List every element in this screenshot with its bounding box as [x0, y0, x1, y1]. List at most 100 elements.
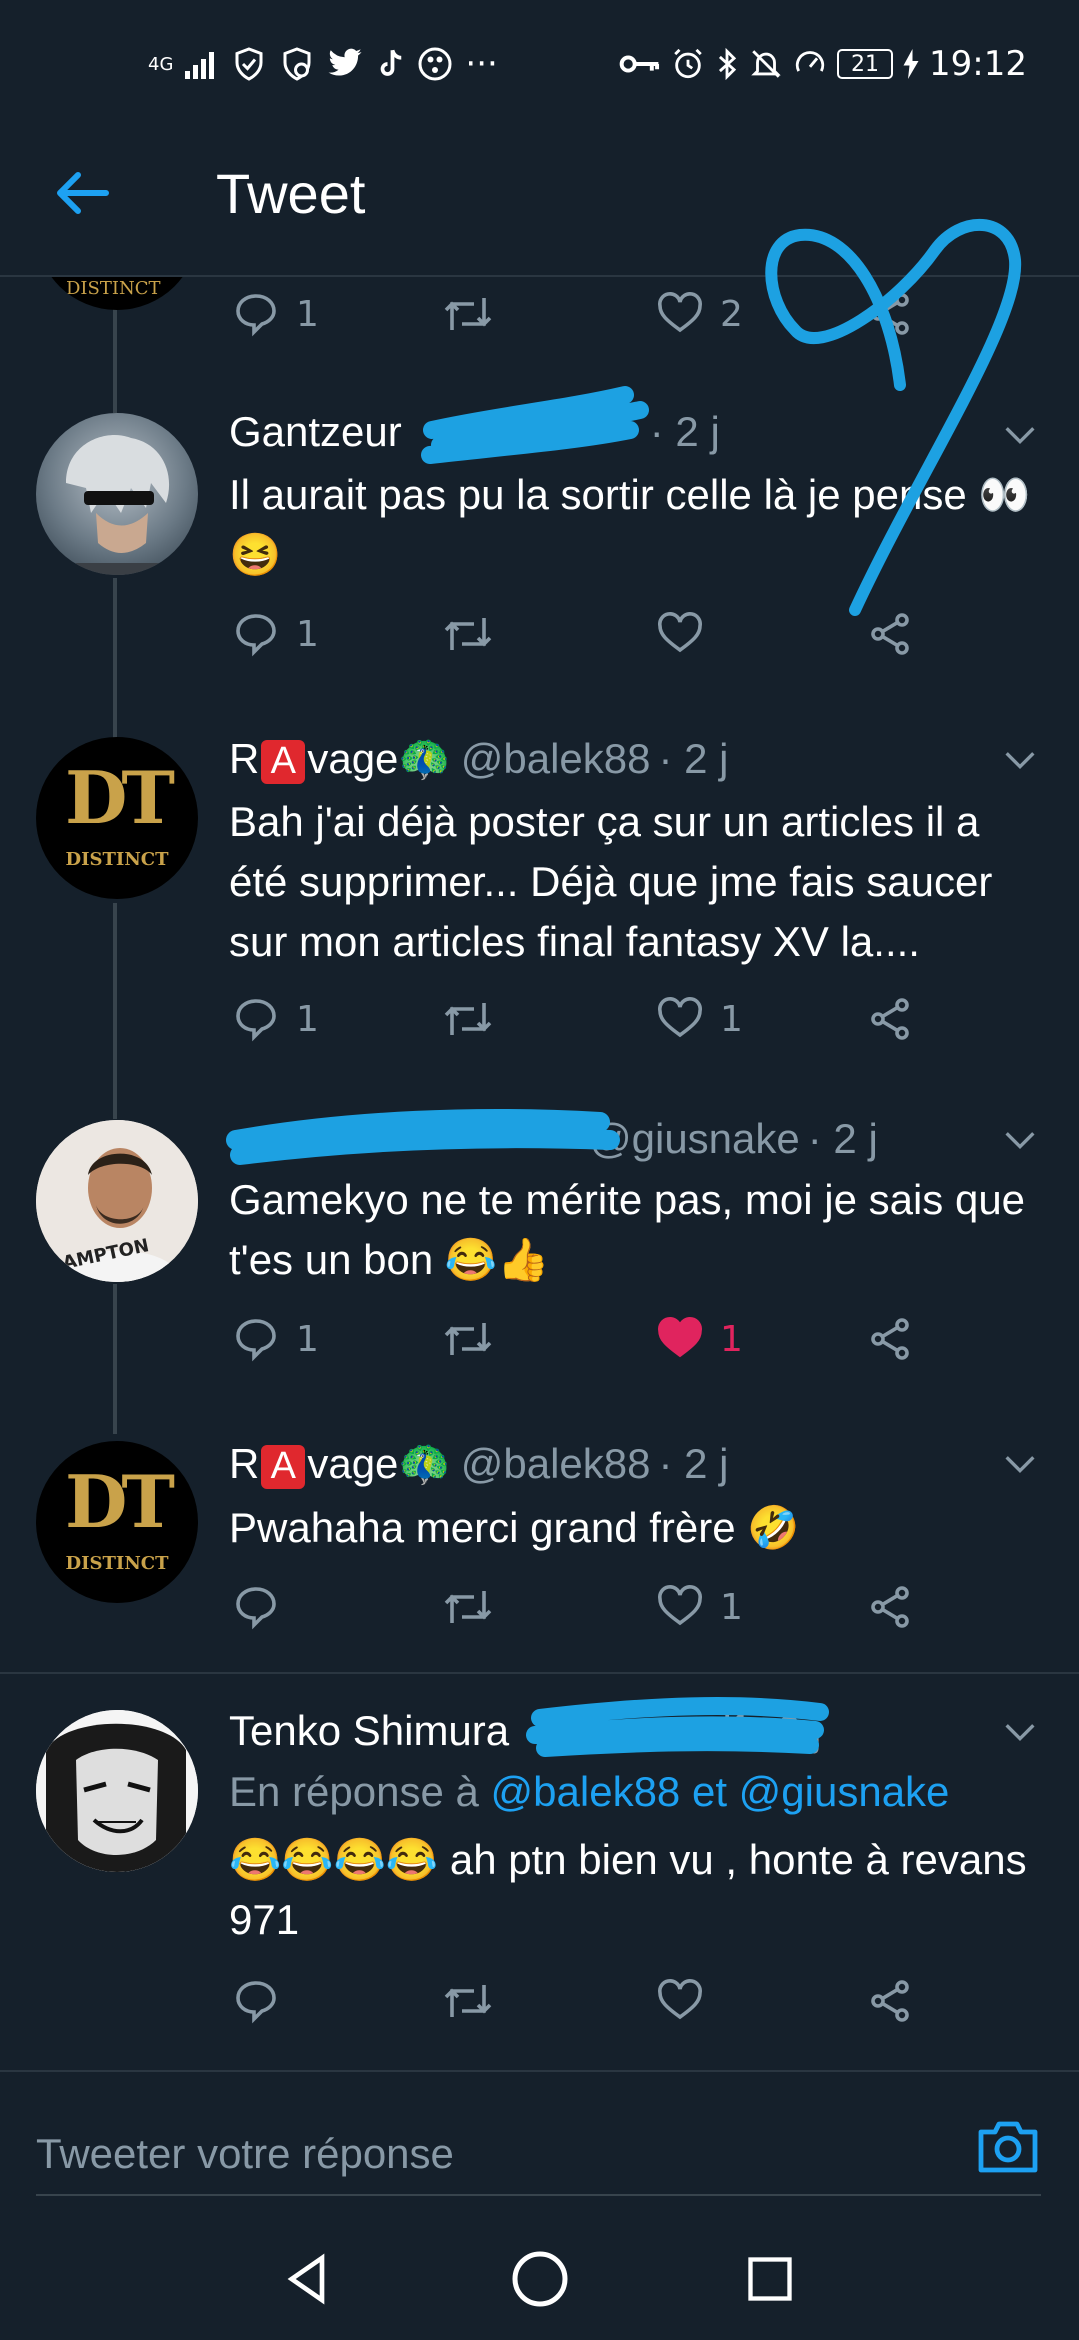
reply-action[interactable]: 1	[232, 290, 319, 338]
like-action[interactable]: 1	[656, 1315, 743, 1363]
shield-settings-icon	[283, 47, 311, 81]
comment-icon	[236, 1981, 276, 2024]
retweet-action[interactable]	[442, 610, 494, 658]
heart-filled-icon	[658, 1317, 702, 1358]
network-label: 4G	[148, 53, 174, 75]
chevron-down-icon[interactable]	[1000, 1444, 1040, 1484]
back-button[interactable]	[46, 157, 118, 229]
thread-connector	[113, 903, 117, 1119]
status-icons-left: 4G ···	[148, 44, 498, 84]
tweet-actions	[232, 1977, 932, 2037]
tweet-header: @giusnake · 2 j	[229, 1115, 878, 1163]
share-action[interactable]	[866, 1583, 914, 1631]
retweet-action[interactable]	[442, 995, 494, 1043]
square-recents-icon	[748, 2257, 792, 2301]
retweet-icon	[444, 298, 492, 330]
user-name-suffix: vage🦚	[307, 735, 451, 782]
share-action[interactable]	[866, 290, 914, 338]
reply-action[interactable]	[232, 1583, 280, 1631]
like-count: 1	[720, 1586, 743, 1628]
like-action[interactable]: 1	[656, 995, 743, 1043]
circle-home-icon	[512, 2251, 568, 2307]
camera-button[interactable]	[975, 2116, 1041, 2176]
like-action[interactable]	[656, 610, 704, 658]
retweet-action[interactable]	[442, 1977, 494, 2025]
avatar-gantzeur[interactable]	[36, 413, 198, 575]
reply-count: 1	[296, 998, 319, 1040]
chevron-down-icon[interactable]	[1000, 740, 1040, 780]
user-name[interactable]: R Avage🦚	[229, 1440, 451, 1489]
comment-icon	[236, 294, 276, 337]
user-handle[interactable]: @balek88	[461, 1440, 651, 1488]
share-action[interactable]	[866, 1977, 914, 2025]
reply-action[interactable]: 1	[232, 995, 319, 1043]
share-action[interactable]	[866, 1315, 914, 1363]
shield-check-icon	[235, 47, 263, 81]
distinct-logo: DT	[64, 1459, 175, 1544]
share-icon	[871, 998, 909, 1040]
user-name-prefix: R	[229, 1440, 260, 1487]
heart-outline-icon	[658, 292, 702, 333]
avatar-tenko-shimura[interactable]	[36, 1710, 198, 1872]
letter-a-badge: A	[261, 739, 306, 784]
share-action[interactable]	[866, 995, 914, 1043]
heart-outline-icon	[658, 1585, 702, 1626]
page-title: Tweet	[216, 162, 366, 225]
tweet-text: Pwahaha merci grand frère 🤣	[229, 1504, 800, 1551]
user-name[interactable]: Gantzeur	[229, 408, 402, 456]
distinct-logo: DT	[64, 755, 175, 840]
avatar-ravage[interactable]: DT DISTINCT	[36, 737, 198, 899]
chevron-down-icon[interactable]	[1000, 1712, 1040, 1752]
nav-home-button[interactable]	[505, 2244, 575, 2314]
nav-back-button[interactable]	[273, 2244, 343, 2314]
chevron-down-icon[interactable]	[1000, 415, 1040, 455]
heart-outline-icon	[658, 1979, 702, 2020]
tweet-time: · 2 j	[658, 735, 729, 782]
status-icons-right: 21 19:12	[619, 44, 1027, 84]
nav-recents-button[interactable]	[735, 2244, 805, 2314]
share-icon	[871, 613, 909, 655]
avatar-ravage[interactable]: DT DISTINCT	[36, 1441, 198, 1603]
share-icon	[871, 1586, 909, 1628]
reply-input[interactable]: Tweeter votre réponse	[36, 2114, 1041, 2196]
tweet-text: Bah j'ai déjà poster ça sur un articles …	[229, 798, 993, 965]
user-name[interactable]: R Avage🦚	[229, 735, 451, 784]
tweet-text: 😂😂😂😂 ah ptn bien vu , honte à revans 971	[229, 1836, 1027, 1943]
tweet-actions: 1 1	[232, 1315, 932, 1375]
reply-count: 1	[296, 613, 319, 655]
reply-action[interactable]	[232, 1977, 280, 2025]
battery-level: 21	[851, 51, 880, 77]
share-action[interactable]	[866, 610, 914, 658]
share-icon	[871, 293, 909, 335]
user-name[interactable]: Tenko Shimura	[229, 1707, 509, 1755]
retweet-icon	[444, 1985, 492, 2017]
avatar-giusnake[interactable]: AMPTON	[36, 1120, 198, 1282]
chevron-down-icon[interactable]	[1000, 1120, 1040, 1160]
comment-icon	[236, 1587, 276, 1630]
heart-outline-icon	[658, 612, 702, 653]
system-navigation-bar	[0, 2220, 1079, 2340]
like-action[interactable]: 1	[656, 1583, 743, 1631]
reply-action[interactable]: 1	[232, 610, 319, 658]
retweet-action[interactable]	[442, 290, 494, 338]
camera-icon	[978, 2121, 1038, 2173]
user-handle[interactable]: @balek88	[461, 735, 651, 783]
tweet-text: Gamekyo ne te mérite pas, moi je sais qu…	[229, 1176, 1026, 1283]
reply-composer: Tweeter votre réponse	[0, 2070, 1079, 2220]
like-action[interactable]	[656, 1977, 704, 2025]
thread-connector	[113, 1284, 117, 1434]
letter-a-badge: A	[261, 1444, 306, 1489]
app-notification-icon	[418, 47, 452, 81]
tweet-time: · 2 j	[658, 1440, 729, 1487]
reply-context-mentions[interactable]: @balek88 et @giusnake	[491, 1768, 950, 1815]
retweet-action[interactable]	[442, 1583, 494, 1631]
reply-action[interactable]: 1	[232, 1315, 319, 1363]
retweet-action[interactable]	[442, 1315, 494, 1363]
user-handle[interactable]: @giusnake	[589, 1115, 800, 1163]
like-count: 2	[720, 293, 743, 335]
mute-icon	[751, 50, 781, 78]
like-action[interactable]: 2	[656, 290, 743, 338]
user-handle[interactable]: elf	[699, 1707, 743, 1755]
tweet-time: · 2 j	[751, 1707, 822, 1754]
tweet-header: Tenko Shimura elf · 2 j	[229, 1707, 822, 1755]
